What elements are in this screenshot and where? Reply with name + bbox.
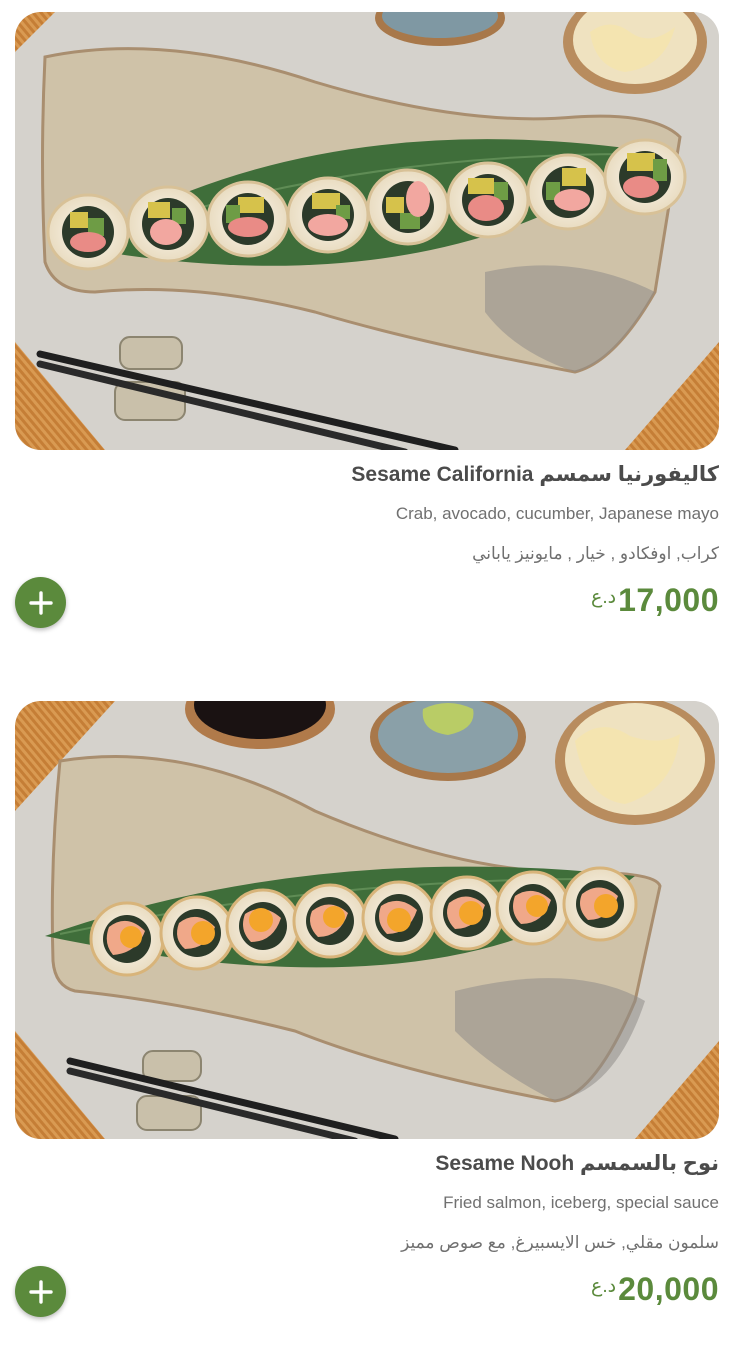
plus-icon (28, 1279, 53, 1304)
product-title: Sesame California كاليفورنيا سمسم (351, 463, 719, 486)
product-description-en: Fried salmon, iceberg, special sauce (443, 1193, 719, 1212)
price-amount: 20,000 (618, 1271, 719, 1307)
product-description-ar: سلمون مقلي, خس الايسبيرغ, مع صوص مميز (401, 1233, 719, 1252)
product-description-ar: كراب, اوفكادو , خيار , مايونيز ياباني (472, 544, 719, 563)
add-to-cart-button[interactable] (15, 577, 66, 628)
currency-label: د.ع (591, 1276, 617, 1297)
sushi-photo-illustration (15, 12, 719, 450)
price-amount: 17,000 (618, 582, 719, 618)
sushi-photo-illustration (15, 701, 719, 1139)
product-info: Sesame California كاليفورنيا سمسم Crab, … (15, 450, 719, 650)
add-to-cart-button[interactable] (15, 1266, 66, 1317)
product-price: د.ع 20,000 (591, 1271, 719, 1308)
product-description-en: Crab, avocado, cucumber, Japanese mayo (395, 504, 719, 523)
currency-label: د.ع (591, 587, 617, 608)
product-price: د.ع 17,000 (591, 582, 719, 619)
product-image[interactable] (15, 12, 719, 450)
product-card[interactable]: Sesame Nooh نوح بالسمسم Fried salmon, ic… (15, 701, 719, 1339)
product-card[interactable]: Sesame California كاليفورنيا سمسم Crab, … (15, 12, 719, 650)
product-info: Sesame Nooh نوح بالسمسم Fried salmon, ic… (15, 1139, 719, 1339)
product-title: Sesame Nooh نوح بالسمسم (435, 1152, 719, 1175)
product-image[interactable] (15, 701, 719, 1139)
plus-icon (28, 590, 53, 615)
